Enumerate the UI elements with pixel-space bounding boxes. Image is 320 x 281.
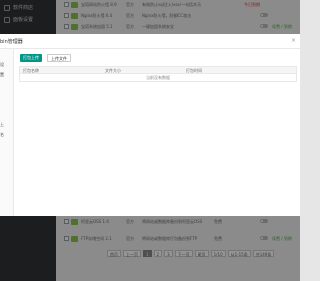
file-table: 打包名称 文件大小 打包时间 当前没有数据 <box>19 66 297 82</box>
table-header: 打包名称 文件大小 打包时间 <box>19 66 297 74</box>
close-icon[interactable]: × <box>291 37 296 44</box>
nav-item[interactable]: 上 <box>0 121 14 129</box>
upload-file-button[interactable]: 上传文件 <box>47 54 71 62</box>
nav-item[interactable]: 设 <box>0 61 14 69</box>
column-header: 打包名称 <box>23 68 39 73</box>
nav-item[interactable]: 置 <box>0 71 14 79</box>
nav-item[interactable] <box>0 51 14 59</box>
nav-item[interactable]: 名 <box>0 131 14 139</box>
nav-item[interactable] <box>0 111 14 119</box>
column-header: 文件大小 <box>105 68 121 73</box>
bin-manager-dialog: bin管理器 × 设 置 上 名 打包上传 上传文件 打包名称 文件大小 打包时… <box>0 34 300 216</box>
column-header: 打包时间 <box>186 68 202 73</box>
dialog-side-nav: 设 置 上 名 <box>0 49 14 216</box>
divider <box>0 48 300 49</box>
pack-upload-button[interactable]: 打包上传 <box>20 54 42 62</box>
dialog-title: bin管理器 <box>0 39 23 45</box>
empty-state: 当前没有数据 <box>19 74 297 82</box>
